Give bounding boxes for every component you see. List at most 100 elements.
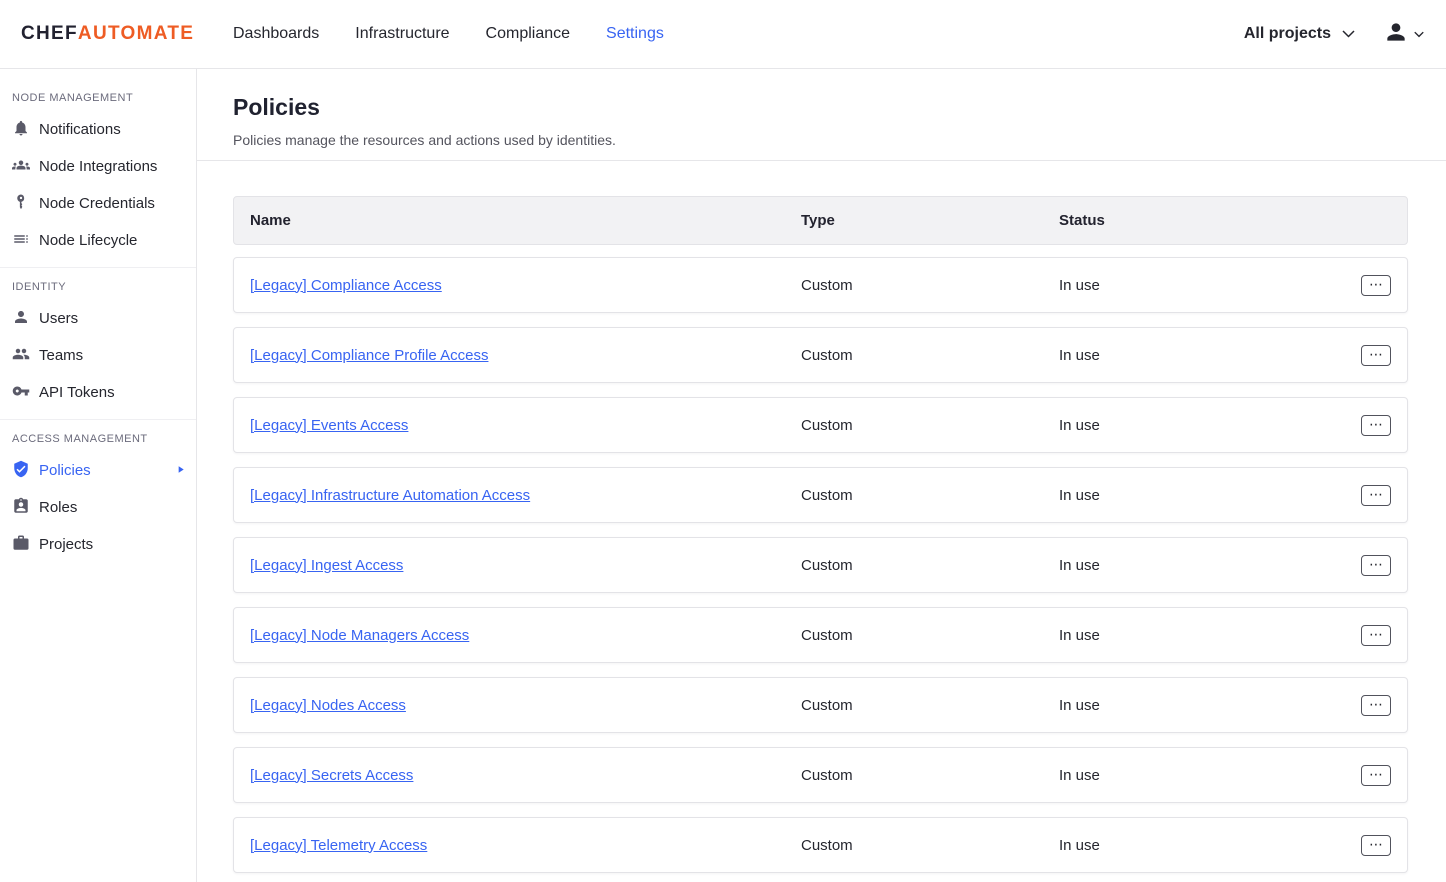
policy-status: In use [1059,837,1361,854]
policy-name-link[interactable]: [Legacy] Nodes Access [250,697,406,714]
chevron-down-icon [1342,25,1355,43]
table-row: [Legacy] Compliance Profile Access Custo… [233,327,1408,383]
sidebar-section-title: NODE MANAGEMENT [0,83,196,111]
sidebar-item-label: API Tokens [39,384,115,401]
people-icon [12,345,30,367]
page-header: Policies Policies manage the resources a… [197,69,1446,161]
chef-automate-logo[interactable]: CHEFAUTOMATE [0,23,233,45]
policy-status: In use [1059,347,1361,364]
row-menu-button[interactable]: ⋯ [1361,275,1391,296]
sidebar-item-node-lifecycle[interactable]: Node Lifecycle [0,222,196,259]
sidebar-item-users[interactable]: Users [0,300,196,337]
navbar-right: All projects [1244,19,1446,50]
policy-type: Custom [801,417,1059,434]
table-row: [Legacy] Secrets Access Custom In use ⋯ [233,747,1408,803]
sidebar-item-api-tokens[interactable]: API Tokens [0,374,196,411]
policy-status: In use [1059,487,1361,504]
user-menu[interactable] [1383,19,1424,50]
nav-infrastructure[interactable]: Infrastructure [355,25,449,43]
main-content: Policies Policies manage the resources a… [197,69,1446,882]
policy-name-link[interactable]: [Legacy] Secrets Access [250,767,413,784]
row-menu-button[interactable]: ⋯ [1361,485,1391,506]
policy-name-link[interactable]: [Legacy] Ingest Access [250,557,403,574]
chevron-down-icon [1414,25,1424,43]
ellipsis-icon: ⋯ [1369,627,1383,641]
policy-status: In use [1059,697,1361,714]
column-header-type: Type [801,212,1059,229]
sidebar-item-node-credentials[interactable]: Node Credentials [0,185,196,222]
row-menu-button[interactable]: ⋯ [1361,695,1391,716]
column-header-name: Name [250,212,801,229]
policy-name-link[interactable]: [Legacy] Compliance Access [250,277,442,294]
policy-type: Custom [801,837,1059,854]
sidebar-item-teams[interactable]: Teams [0,337,196,374]
settings-sidebar: NODE MANAGEMENT Notifications Node Integ… [0,69,197,882]
policy-name-link[interactable]: [Legacy] Infrastructure Automation Acces… [250,487,530,504]
table-header-row: Name Type Status [233,196,1408,245]
sidebar-section-title: IDENTITY [0,272,196,300]
column-header-status: Status [1059,212,1361,229]
ellipsis-icon: ⋯ [1369,837,1383,851]
groups-icon [12,156,30,178]
logo-chef-text: CHEF [21,23,78,45]
nav-dashboards[interactable]: Dashboards [233,25,319,43]
sidebar-section-access-management: ACCESS MANAGEMENT Policies Roles Project… [0,419,196,563]
table-row: [Legacy] Nodes Access Custom In use ⋯ [233,677,1408,733]
sidebar-item-label: Policies [39,462,91,479]
policy-type: Custom [801,557,1059,574]
ellipsis-icon: ⋯ [1369,557,1383,571]
policy-name-link[interactable]: [Legacy] Events Access [250,417,408,434]
row-menu-button[interactable]: ⋯ [1361,415,1391,436]
sidebar-item-policies[interactable]: Policies [0,452,196,489]
policy-type: Custom [801,487,1059,504]
row-menu-button[interactable]: ⋯ [1361,765,1391,786]
ellipsis-icon: ⋯ [1369,277,1383,291]
ellipsis-icon: ⋯ [1369,697,1383,711]
ellipsis-icon: ⋯ [1369,487,1383,501]
policy-name-link[interactable]: [Legacy] Telemetry Access [250,837,427,854]
ellipsis-icon: ⋯ [1369,767,1383,781]
policy-type: Custom [801,277,1059,294]
sidebar-item-label: Teams [39,347,83,364]
policy-status: In use [1059,767,1361,784]
projects-filter-label: All projects [1244,25,1331,43]
row-menu-button[interactable]: ⋯ [1361,345,1391,366]
table-rows: [Legacy] Compliance Access Custom In use… [233,257,1408,873]
sidebar-item-projects[interactable]: Projects [0,526,196,563]
sidebar-item-label: Node Integrations [39,158,157,175]
triangle-right-icon [175,462,186,479]
user-avatar-icon [1383,19,1409,50]
briefcase-icon [12,534,30,556]
sidebar-section-node-management: NODE MANAGEMENT Notifications Node Integ… [0,83,196,259]
policy-status: In use [1059,557,1361,574]
nav-compliance[interactable]: Compliance [486,25,570,43]
key-icon [12,193,30,215]
projects-filter-dropdown[interactable]: All projects [1244,25,1355,43]
policy-type: Custom [801,697,1059,714]
sidebar-item-label: Projects [39,536,93,553]
policy-status: In use [1059,627,1361,644]
page-body: NODE MANAGEMENT Notifications Node Integ… [0,69,1446,882]
policy-type: Custom [801,627,1059,644]
ellipsis-icon: ⋯ [1369,417,1383,431]
main-navigation: Dashboards Infrastructure Compliance Set… [233,25,664,43]
policy-name-link[interactable]: [Legacy] Node Managers Access [250,627,469,644]
sidebar-item-node-integrations[interactable]: Node Integrations [0,148,196,185]
badge-icon [12,497,30,519]
row-menu-button[interactable]: ⋯ [1361,835,1391,856]
shield-icon [12,460,30,482]
ellipsis-icon: ⋯ [1369,347,1383,361]
nav-settings[interactable]: Settings [606,25,664,43]
row-menu-button[interactable]: ⋯ [1361,625,1391,646]
sidebar-item-label: Node Lifecycle [39,232,137,249]
sidebar-item-notifications[interactable]: Notifications [0,111,196,148]
row-menu-button[interactable]: ⋯ [1361,555,1391,576]
logo-automate-text: AUTOMATE [78,23,194,45]
vpn-key-icon [12,382,30,404]
policy-type: Custom [801,347,1059,364]
table-row: [Legacy] Compliance Access Custom In use… [233,257,1408,313]
policy-name-link[interactable]: [Legacy] Compliance Profile Access [250,347,488,364]
page-title: Policies [233,94,1410,121]
sidebar-section-title: ACCESS MANAGEMENT [0,424,196,452]
sidebar-item-roles[interactable]: Roles [0,489,196,526]
